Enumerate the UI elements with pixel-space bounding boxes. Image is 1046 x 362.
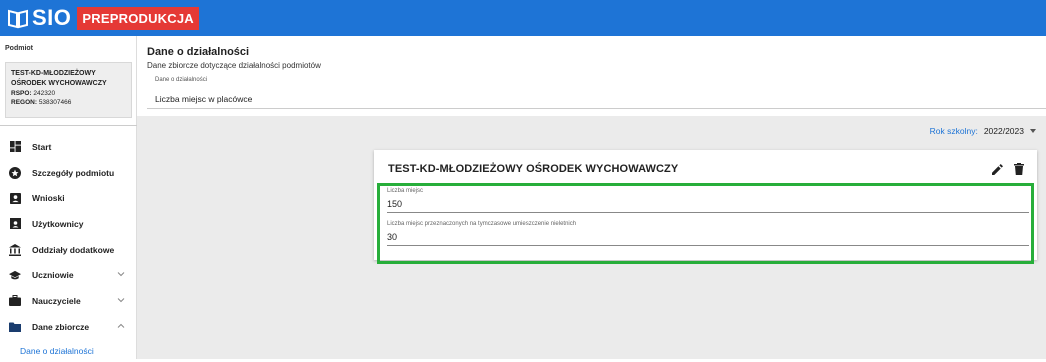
school-year-value: 2022/2023 <box>983 126 1024 136</box>
dataset-select-value: Liczba miejsc w placówce <box>155 94 253 104</box>
bank-icon <box>9 243 21 256</box>
dropdown-caret-icon <box>1030 129 1036 133</box>
sidebar-item-label: Użytkownicy <box>32 218 84 229</box>
podmiot-rspo: RSPO: 242320 <box>11 90 56 97</box>
card-actions <box>991 163 1025 175</box>
sidebar-item-wnioski[interactable]: Wnioski <box>0 185 137 211</box>
account-box-icon <box>9 192 21 204</box>
top-bar: SIO PREPRODUKCJA <box>0 0 1046 36</box>
sidebar-item-label: Start <box>32 141 52 152</box>
dataset-select[interactable]: Dane o działalności Liczba miejsc w plac… <box>147 76 1046 109</box>
school-year-selector[interactable]: Rok szkolny: 2022/2023 <box>930 126 1036 136</box>
sidebar-item-szczegoly-podmiotu[interactable]: Szczegóły podmiotu <box>0 160 137 186</box>
chevron-down-icon[interactable] <box>117 270 125 278</box>
sidebar-item-label: Dane zbiorcze <box>32 321 90 332</box>
app-logo[interactable]: SIO <box>6 5 71 31</box>
field-liczba-miejsc[interactable]: Liczba miejsc 150 <box>387 188 1029 213</box>
edit-icon[interactable] <box>991 163 1003 175</box>
sidebar-item-start[interactable]: Start <box>0 134 137 160</box>
highlight-frame: Liczba miejsc 150 Liczba miejsc przeznac… <box>377 183 1034 264</box>
book-logo-icon <box>8 9 28 29</box>
sidebar-item-label: Nauczyciele <box>32 295 81 306</box>
sidebar-item-uczniowie[interactable]: Uczniowie <box>0 262 137 288</box>
contact-card-icon <box>9 217 21 230</box>
field-label: Liczba miejsc <box>387 188 424 194</box>
header-panel: Dane o działalności Dane zbiorcze dotycz… <box>137 36 1046 116</box>
sidebar-item-dane-zbiorcze[interactable]: Dane zbiorcze <box>0 314 137 340</box>
briefcase-icon <box>9 295 21 307</box>
sidebar-item-label: Szczegóły podmiotu <box>32 167 115 178</box>
chevron-up-icon[interactable] <box>117 322 125 330</box>
dashboard-icon <box>9 141 21 153</box>
school-icon <box>9 269 21 281</box>
sidebar-item-nauczyciele[interactable]: Nauczyciele <box>0 288 137 314</box>
field-liczba-miejsc-tymczasowe[interactable]: Liczba miejsc przeznaczonych na tymczaso… <box>387 221 1029 246</box>
delete-icon[interactable] <box>1013 163 1025 175</box>
sidebar-subitem-dane-o-dzialalnosci[interactable]: Dane o działalności <box>0 340 137 362</box>
chevron-down-icon[interactable] <box>117 296 125 304</box>
page-title: Dane o działalności <box>147 46 250 58</box>
main-content: Dane o działalności Dane zbiorcze dotycz… <box>137 36 1046 359</box>
page-subtitle: Dane zbiorcze dotyczące działalności pod… <box>147 61 321 70</box>
podmiot-card: TEST-KD-MŁODZIEŻOWY OŚRODEK WYCHOWAWCZY … <box>5 62 132 118</box>
field-label: Liczba miejsc przeznaczonych na tymczaso… <box>387 221 577 227</box>
podmiot-data-card: TEST-KD-MŁODZIEŻOWY OŚRODEK WYCHOWAWCZY … <box>374 150 1037 264</box>
podmiot-label: Podmiot <box>5 45 33 52</box>
sidebar-item-oddzialy-dodatkowe[interactable]: Oddziały dodatkowe <box>0 237 137 263</box>
app-title: SIO <box>32 5 72 30</box>
environment-badge: PREPRODUKCJA <box>77 6 199 30</box>
info-star-icon <box>9 166 21 179</box>
field-value: 30 <box>387 232 398 242</box>
field-value: 150 <box>387 199 403 209</box>
sidebar-item-label: Wnioski <box>32 193 65 204</box>
sidebar-item-uzytkownicy[interactable]: Użytkownicy <box>0 211 137 237</box>
podmiot-regon: REGON: 538307466 <box>11 99 72 106</box>
sidebar-item-label: Uczniowie <box>32 270 74 281</box>
school-year-dropdown[interactable]: 2022/2023 <box>984 126 1036 136</box>
folder-icon <box>9 321 21 333</box>
sidebar: Podmiot TEST-KD-MŁODZIEŻOWY OŚRODEK WYCH… <box>0 36 137 359</box>
dataset-select-label: Dane o działalności <box>155 77 208 83</box>
sidebar-nav: Start Szczegóły podmiotu Wnioski Użytkow… <box>0 134 137 362</box>
podmiot-name: TEST-KD-MŁODZIEŻOWY OŚRODEK WYCHOWAWCZY <box>11 70 107 87</box>
school-year-label: Rok szkolny: <box>929 126 978 136</box>
sidebar-item-label: Oddziały dodatkowe <box>32 244 115 255</box>
card-title: TEST-KD-MŁODZIEŻOWY OŚRODEK WYCHOWAWCZY <box>388 163 679 175</box>
sidebar-divider <box>0 125 137 126</box>
